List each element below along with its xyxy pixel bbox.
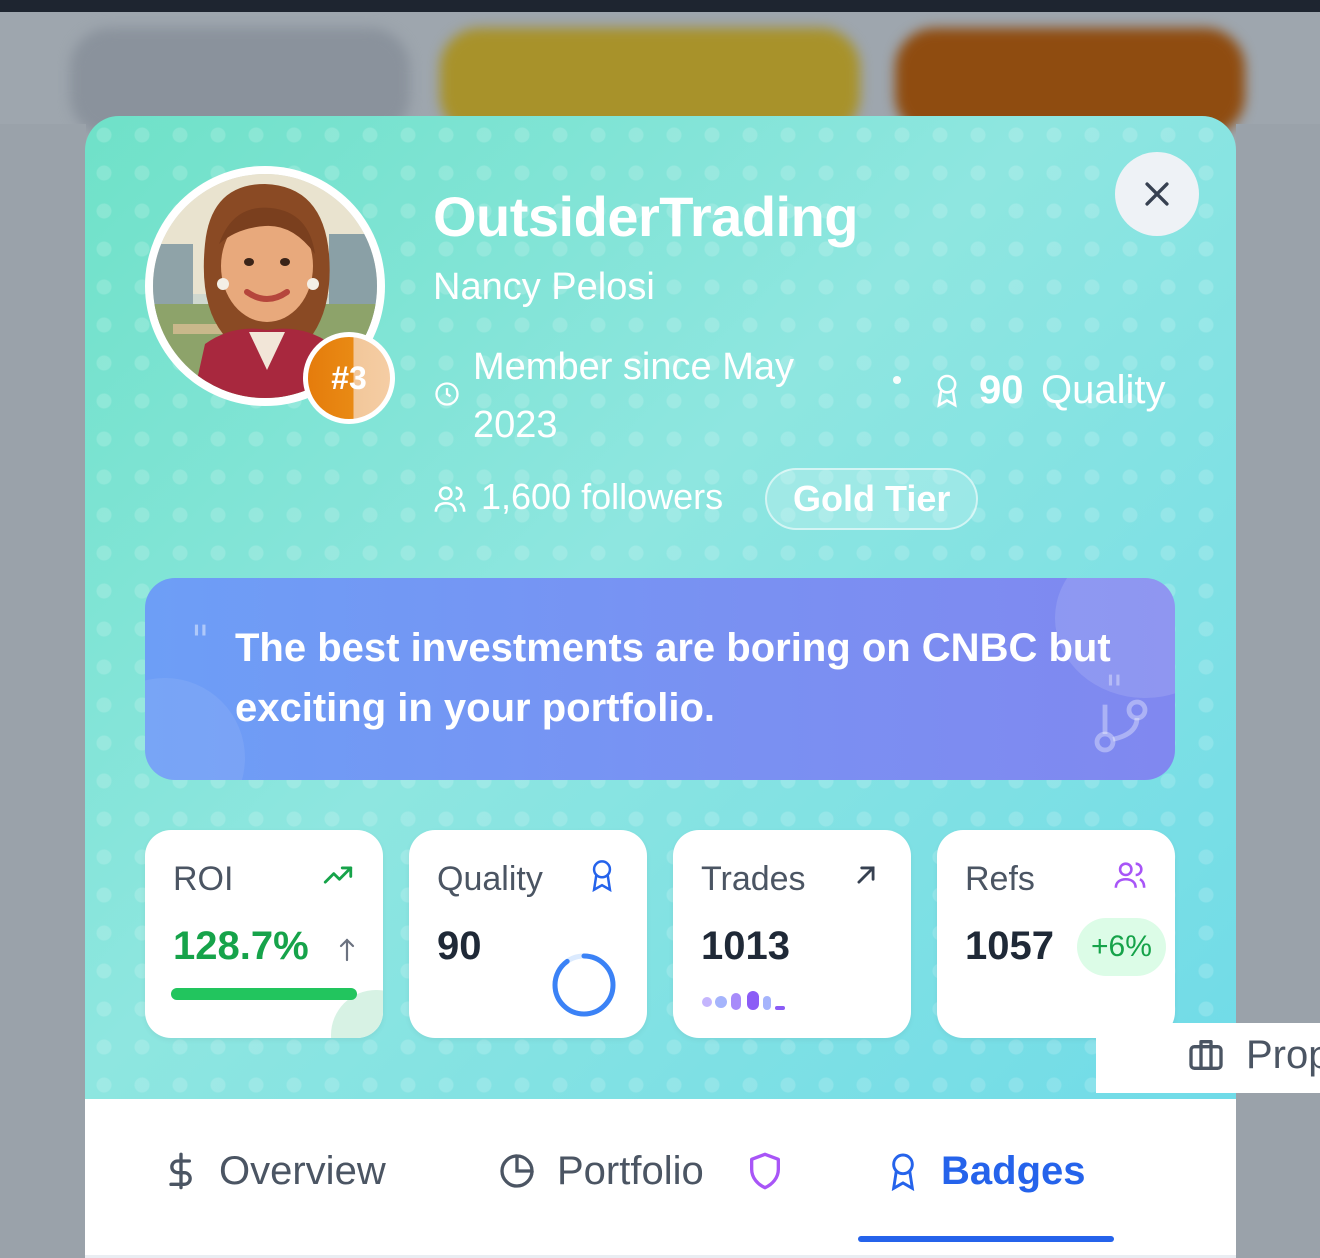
followers-count[interactable]: 1,600 followers bbox=[481, 476, 723, 518]
clock-icon bbox=[435, 382, 459, 406]
arrow-up-right-icon bbox=[857, 866, 875, 884]
stat-label: Trades bbox=[701, 860, 806, 898]
dollar-icon bbox=[169, 1152, 192, 1190]
close-icon bbox=[1145, 182, 1169, 206]
real-name: Nancy Pelosi bbox=[433, 266, 655, 308]
tab-label: Overview bbox=[219, 1149, 386, 1193]
stat-label: Refs bbox=[965, 860, 1035, 898]
followers-row: 1,600 followers Gold Tier bbox=[433, 468, 1133, 530]
decoration-circle bbox=[145, 678, 245, 780]
tab-prop[interactable]: Prop bbox=[1096, 1023, 1320, 1093]
arrow-up-icon bbox=[339, 938, 355, 962]
trending-up-icon bbox=[323, 866, 353, 884]
tab-badges[interactable]: Badges bbox=[883, 1139, 1103, 1209]
award-icon bbox=[592, 860, 612, 892]
active-tab-indicator bbox=[858, 1236, 1114, 1242]
tab-label: Badges bbox=[941, 1149, 1086, 1193]
quote-card: " The best investments are boring on CNB… bbox=[145, 578, 1175, 780]
quality-label: Quality bbox=[1041, 368, 1166, 412]
roi-progress-bar bbox=[171, 988, 357, 1000]
roi-progress-fill bbox=[171, 988, 357, 1000]
avatar-container: #3 bbox=[145, 166, 395, 424]
stat-value: 128.7% bbox=[173, 924, 309, 968]
users-icon bbox=[434, 486, 466, 512]
profile-modal: #3 OutsiderTrading Nancy Pelosi Member s… bbox=[85, 116, 1236, 1258]
rank-number: #3 bbox=[308, 337, 390, 419]
tab-bar: Overview Portfolio Badges bbox=[85, 1099, 1236, 1258]
quality-ring bbox=[552, 953, 616, 1017]
stat-value: 90 bbox=[437, 924, 482, 968]
quote-open-mark: " bbox=[191, 618, 210, 664]
tier-badge: Gold Tier bbox=[765, 468, 979, 530]
stat-card-refs[interactable]: Refs 1057 +6% bbox=[937, 830, 1175, 1038]
quote-text: The best investments are boring on CNBC … bbox=[235, 626, 1111, 730]
profile-hero: #3 OutsiderTrading Nancy Pelosi Member s… bbox=[85, 116, 1236, 1099]
tab-label: Portfolio bbox=[557, 1149, 704, 1193]
username: OutsiderTrading bbox=[433, 185, 859, 248]
separator-dot bbox=[893, 376, 901, 384]
stat-label: Quality bbox=[437, 860, 543, 898]
stat-card-quality[interactable]: Quality 90 bbox=[409, 830, 647, 1038]
stats-row: ROI 128.7% Quality 90 Trades 1013 Refs 1… bbox=[145, 830, 1177, 1040]
backdrop-side bbox=[0, 124, 86, 1258]
shield-icon bbox=[750, 1152, 780, 1190]
stat-card-roi[interactable]: ROI 128.7% bbox=[145, 830, 383, 1038]
stat-value: 1057 bbox=[965, 924, 1054, 968]
member-since: Member since May 2023 bbox=[473, 346, 794, 446]
top-bar bbox=[0, 0, 1320, 12]
award-icon bbox=[937, 374, 957, 408]
users-icon bbox=[1114, 862, 1146, 888]
tab-overview[interactable]: Overview bbox=[161, 1139, 421, 1209]
rank-badge: #3 bbox=[303, 332, 395, 424]
change-badge: +6% bbox=[1077, 918, 1166, 976]
stat-label: ROI bbox=[173, 860, 234, 898]
activity-dots bbox=[702, 991, 785, 1010]
tab-label: Prop bbox=[1246, 1033, 1320, 1077]
award-icon bbox=[891, 1153, 915, 1191]
tab-portfolio[interactable]: Portfolio bbox=[497, 1139, 797, 1209]
stat-value: 1013 bbox=[701, 924, 790, 968]
profile-meta: Member since May 2023 90 Quality bbox=[433, 334, 1193, 454]
stat-card-trades[interactable]: Trades 1013 bbox=[673, 830, 911, 1038]
close-button[interactable] bbox=[1115, 152, 1199, 236]
pie-chart-icon bbox=[500, 1154, 534, 1188]
quality-score: 90 bbox=[979, 368, 1024, 412]
git-branch-icon bbox=[1094, 699, 1148, 753]
briefcase-icon bbox=[1189, 1040, 1223, 1070]
